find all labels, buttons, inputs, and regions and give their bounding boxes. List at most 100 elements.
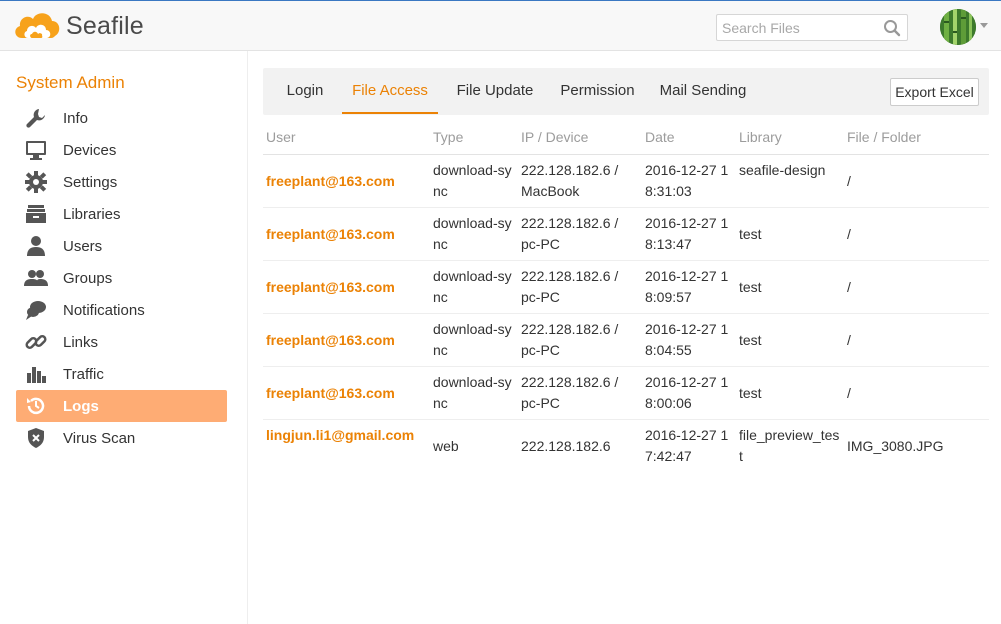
date-cell: 2016-12-27 18:13:47 (645, 215, 729, 252)
type-cell: web (433, 438, 459, 454)
table-row: freeplant@163.com download-sync 222.128.… (263, 155, 989, 208)
tab-permission[interactable]: Permission (555, 68, 640, 114)
sidebar-item-label: Devices (63, 141, 117, 159)
table-header: User Type IP / Device Date Library File … (263, 123, 989, 155)
sidebar-item-label: Virus Scan (63, 429, 136, 447)
seafile-logo[interactable]: Seafile (12, 7, 144, 45)
cloud-logo-icon (15, 13, 60, 38)
sidebar-item-virus-scan[interactable]: Virus Scan (16, 422, 227, 454)
file-folder-cell: / (847, 173, 851, 189)
history-icon (24, 394, 48, 418)
user-link[interactable]: freeplant@163.com (266, 171, 431, 192)
search-box[interactable] (716, 14, 908, 41)
ip-device-cell: 222.128.182.6 / pc-PC (521, 268, 619, 305)
sidebar-item-notifications[interactable]: Notifications (16, 294, 227, 326)
sidebar-item-users[interactable]: Users (16, 230, 227, 262)
sidebar-item-label: Users (63, 237, 103, 255)
ip-device-cell: 222.128.182.6 / pc-PC (521, 374, 619, 411)
tab-login[interactable]: Login (278, 68, 332, 114)
search-input[interactable] (722, 19, 877, 37)
shield-x-icon (24, 426, 48, 450)
column-header-ip-device: IP / Device (521, 129, 589, 145)
column-header-type: Type (433, 129, 464, 145)
column-header-user: User (266, 129, 296, 145)
table-row: lingjun.li1@gmail.com web 222.128.182.6 … (263, 420, 989, 472)
library-cell: test (739, 385, 762, 401)
library-cell: test (739, 332, 762, 348)
sidebar-item-devices[interactable]: Devices (16, 134, 227, 166)
sidebar-item-label: Libraries (63, 205, 121, 223)
file-folder-cell: / (847, 332, 851, 348)
user-link[interactable]: freeplant@163.com (266, 330, 431, 351)
user-link[interactable]: freeplant@163.com (266, 383, 431, 404)
user-link[interactable]: lingjun.li1@gmail.com (266, 425, 431, 446)
type-cell: download-sync (433, 215, 512, 252)
archive-icon (24, 202, 48, 226)
sidebar-item-logs[interactable]: Logs (16, 390, 227, 422)
sidebar-item-traffic[interactable]: Traffic (16, 358, 227, 390)
date-cell: 2016-12-27 18:09:57 (645, 268, 729, 305)
group-icon (24, 266, 48, 290)
sidebar-item-settings[interactable]: Settings (16, 166, 227, 198)
sidebar-item-label: Notifications (63, 301, 145, 319)
table-row: freeplant@163.com download-sync 222.128.… (263, 314, 989, 367)
bar-chart-icon (24, 362, 48, 386)
file-folder-cell: / (847, 385, 851, 401)
user-link[interactable]: freeplant@163.com (266, 224, 431, 245)
search-icon[interactable] (883, 19, 901, 37)
library-cell: seafile-design (739, 162, 826, 178)
tab-mail-sending[interactable]: Mail Sending (658, 68, 748, 114)
table-row: freeplant@163.com download-sync 222.128.… (263, 367, 989, 420)
ip-device-cell: 222.128.182.6 (521, 438, 611, 454)
table-row: freeplant@163.com download-sync 222.128.… (263, 208, 989, 261)
user-icon (24, 234, 48, 258)
type-cell: download-sync (433, 162, 512, 199)
sidebar-item-label: Settings (63, 173, 118, 191)
file-folder-cell: / (847, 279, 851, 295)
column-header-date: Date (645, 129, 675, 145)
sidebar-item-label: Links (63, 333, 99, 351)
sidebar-title: System Admin (16, 73, 125, 92)
sidebar-item-label: Logs (63, 397, 99, 415)
type-cell: download-sync (433, 374, 512, 411)
sidebar-item-label: Groups (63, 269, 113, 287)
brand-name: Seafile (66, 11, 144, 40)
tab-file-update[interactable]: File Update (451, 68, 539, 114)
ip-device-cell: 222.128.182.6 / pc-PC (521, 215, 619, 252)
top-header: Seafile (0, 0, 1001, 51)
library-cell: test (739, 226, 762, 242)
wrench-icon (24, 106, 48, 130)
ip-device-cell: 222.128.182.6 / pc-PC (521, 321, 619, 358)
ip-device-cell: 222.128.182.6 / MacBook (521, 162, 619, 199)
gear-icon (24, 170, 48, 194)
sidebar-item-libraries[interactable]: Libraries (16, 198, 227, 230)
column-header-file-folder: File / Folder (847, 129, 921, 145)
tab-file-access[interactable]: File Access (342, 68, 438, 114)
sidebar-item-links[interactable]: Links (16, 326, 227, 358)
file-folder-cell: IMG_3080.JPG (847, 438, 944, 454)
file-folder-cell: / (847, 226, 851, 242)
export-excel-button[interactable]: Export Excel (890, 78, 979, 106)
date-cell: 2016-12-27 17:42:47 (645, 427, 729, 464)
sidebar-item-info[interactable]: Info (16, 102, 227, 134)
chat-bubble-icon (24, 298, 48, 322)
column-header-library: Library (739, 129, 782, 145)
bamboo-avatar-icon (940, 9, 976, 45)
date-cell: 2016-12-27 18:00:06 (645, 374, 729, 411)
table-row: freeplant@163.com download-sync 222.128.… (263, 261, 989, 314)
library-cell: file_preview_test (739, 427, 840, 464)
date-cell: 2016-12-27 18:31:03 (645, 162, 729, 199)
avatar[interactable] (940, 9, 976, 45)
date-cell: 2016-12-27 18:04:55 (645, 321, 729, 358)
library-cell: test (739, 279, 762, 295)
user-link[interactable]: freeplant@163.com (266, 277, 431, 298)
chevron-down-icon[interactable] (980, 23, 988, 28)
type-cell: download-sync (433, 268, 512, 305)
monitor-icon (24, 138, 48, 162)
sidebar-item-groups[interactable]: Groups (16, 262, 227, 294)
log-tabs: Login File Access File Update Permission… (263, 68, 989, 115)
link-icon (24, 330, 48, 354)
sidebar-item-label: Info (63, 109, 89, 127)
sidebar: System Admin Info Devices Settings Libra… (0, 51, 248, 624)
file-access-table: User Type IP / Device Date Library File … (263, 123, 989, 472)
